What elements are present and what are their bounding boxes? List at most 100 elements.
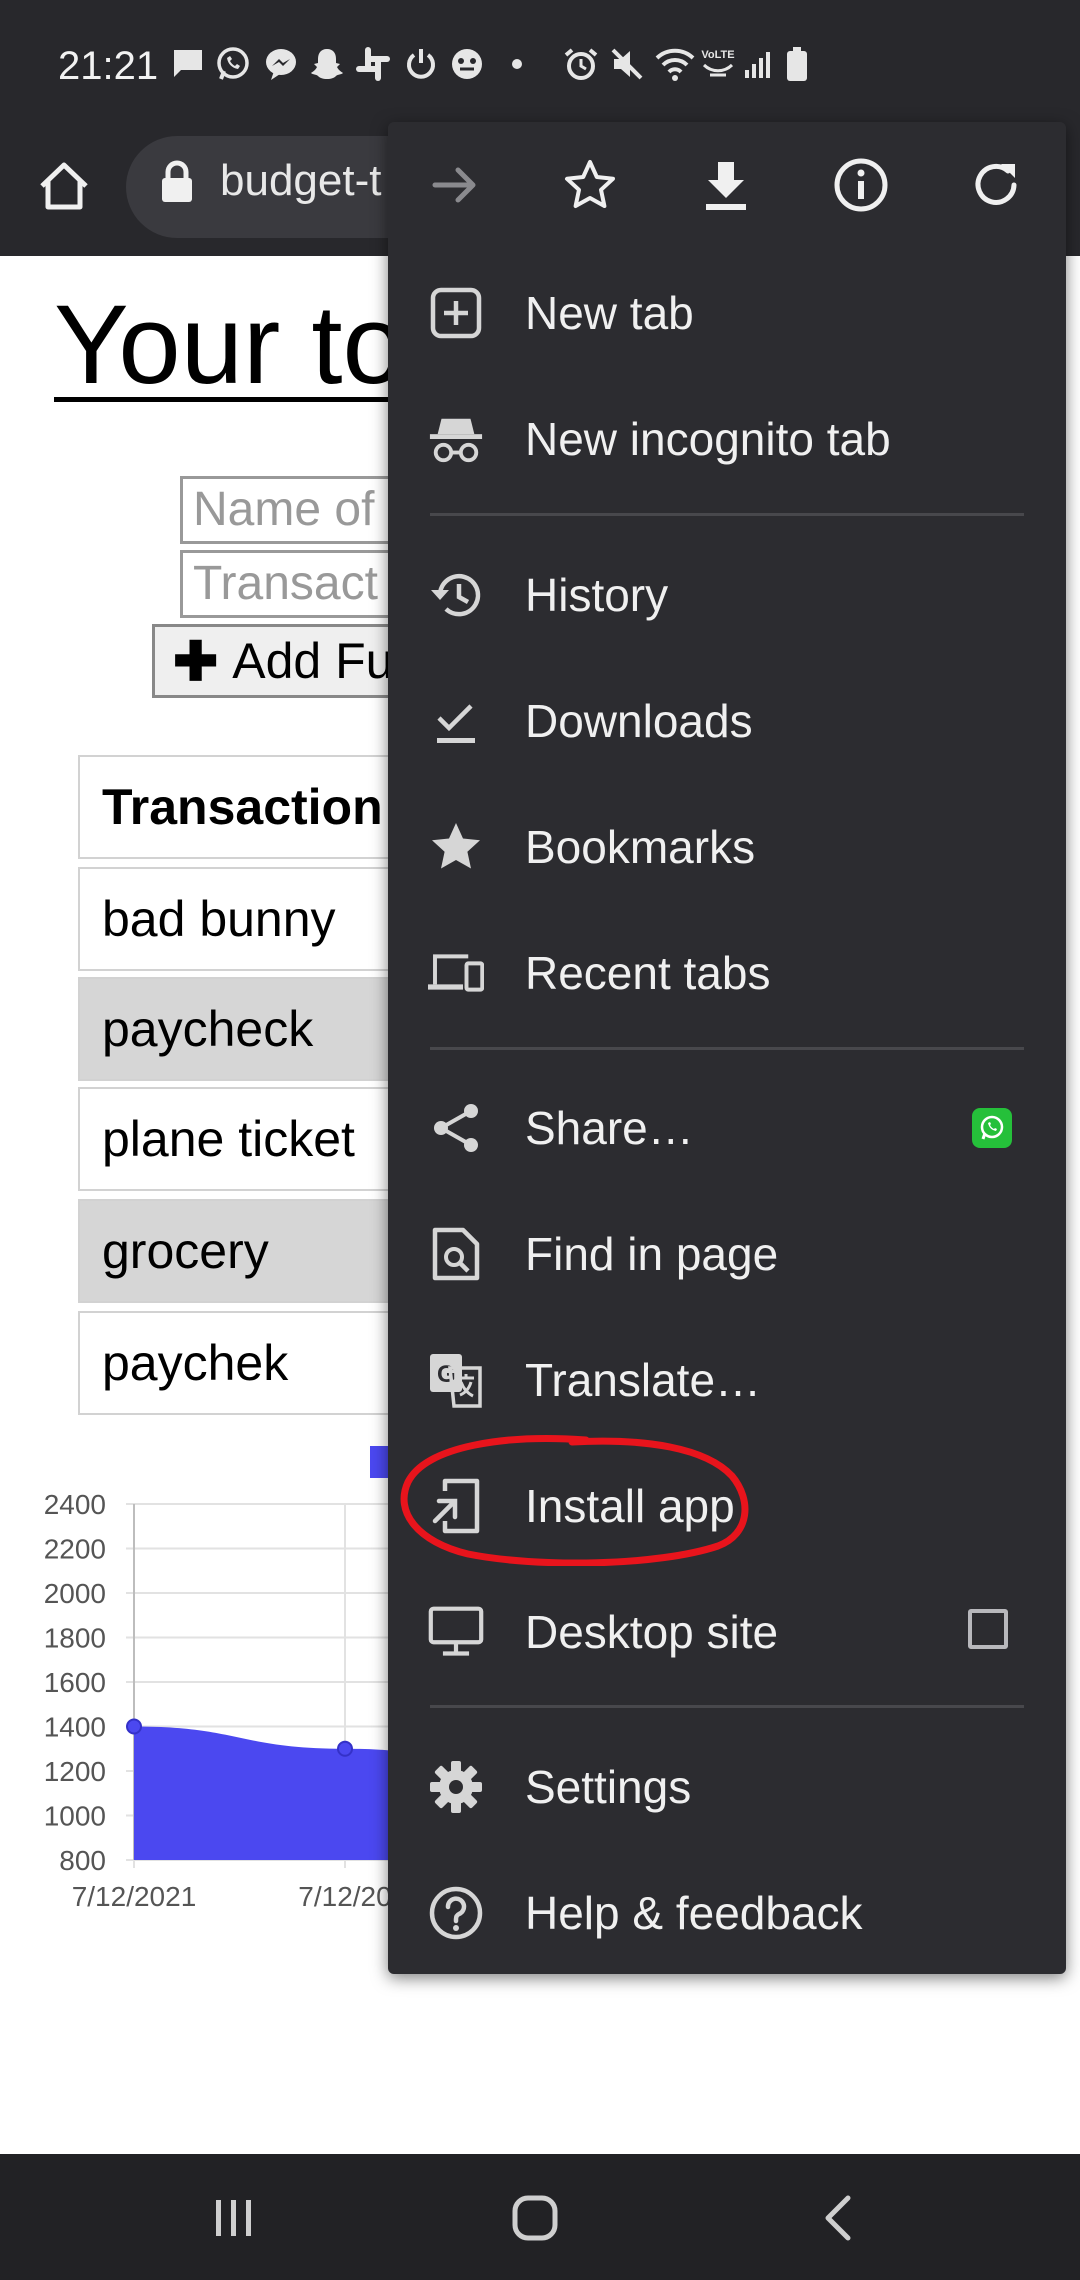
y-tick-label: 1600 [44, 1667, 106, 1698]
lock-icon [160, 160, 194, 204]
menu-item-new-incognito-tab[interactable]: New incognito tab [388, 384, 1066, 494]
menu-item-new-tab[interactable]: New tab [388, 258, 1066, 368]
info-icon [834, 158, 888, 212]
bookmark-star-button[interactable] [545, 140, 635, 230]
name-input[interactable]: Name of [180, 476, 400, 544]
data-point [126, 1718, 142, 1735]
home-square-icon [512, 2195, 558, 2241]
volte-icon: VoLTE [698, 44, 738, 84]
menu-label: New tab [525, 287, 694, 339]
forward-arrow-icon [432, 167, 476, 203]
y-tick-label: 1400 [44, 1712, 106, 1743]
menu-item-history[interactable]: History [388, 540, 1066, 650]
menu-item-settings[interactable]: Settings [388, 1732, 1066, 1842]
balance-chart: 2400 2200 2000 1800 1600 1400 1200 1000 800 7/12/… [44, 1489, 400, 1912]
add-funds-button[interactable]: ✚ Add Fu [152, 624, 412, 698]
recents-button[interactable] [194, 2180, 274, 2256]
y-tick-label: 800 [59, 1845, 106, 1876]
x-tick-label: 7/12/20 [298, 1881, 391, 1912]
incognito-icon [428, 411, 484, 467]
download-button[interactable] [681, 140, 771, 230]
whatsapp-icon [214, 44, 252, 84]
y-tick-label: 1800 [44, 1623, 106, 1654]
recents-icon [216, 2200, 251, 2236]
data-point [337, 1740, 353, 1757]
devices-icon [428, 945, 484, 1001]
home-button[interactable] [30, 152, 98, 220]
forward-button[interactable] [410, 140, 500, 230]
y-tick-label: 2200 [44, 1534, 106, 1565]
menu-label: History [525, 569, 669, 621]
reload-button[interactable] [951, 140, 1041, 230]
back-chevron-icon [825, 2195, 851, 2241]
star-icon [428, 819, 484, 875]
y-tick-label: 2000 [44, 1578, 106, 1609]
table-row: paycheck [78, 977, 398, 1081]
find-page-icon [428, 1226, 484, 1282]
download-icon [706, 162, 746, 210]
menu-label: Settings [525, 1761, 692, 1813]
star-outline-icon [565, 160, 615, 208]
desktop-site-checkbox[interactable] [968, 1609, 1008, 1649]
volte-label: VoLTE [701, 49, 735, 61]
menu-item-desktop-site[interactable]: Desktop site [388, 1577, 1066, 1687]
status-bar [0, 0, 1080, 128]
menu-label: New incognito tab [525, 413, 891, 465]
x-tick-label: 7/12/2021 [72, 1881, 197, 1912]
add-funds-label: Add Fu [232, 633, 394, 689]
face-icon [448, 44, 486, 84]
menu-item-recent-tabs[interactable]: Recent tabs [388, 918, 1066, 1028]
table-row: grocery [78, 1199, 398, 1303]
menu-label: Find in page [525, 1228, 779, 1280]
home-nav-button[interactable] [495, 2180, 575, 2256]
table-row: bad bunny [78, 867, 398, 971]
gear-icon [428, 1759, 484, 1815]
back-button[interactable] [798, 2180, 878, 2256]
menu-item-help-feedback[interactable]: Help & feedback [388, 1858, 1066, 1968]
menu-label: Bookmarks [525, 821, 756, 873]
menu-label: Desktop site [525, 1606, 779, 1658]
battery-icon [784, 44, 810, 84]
y-tick-label: 2400 [44, 1489, 106, 1520]
menu-label: Recent tabs [525, 947, 771, 999]
signal-icon [742, 44, 776, 84]
menu-label: Help & feedback [525, 1887, 863, 1939]
share-icon [428, 1100, 484, 1156]
history-icon [428, 567, 484, 623]
snapchat-icon [308, 44, 346, 84]
home-icon [40, 162, 88, 210]
annotation-circle [400, 1435, 749, 1566]
y-tick-label: 1000 [44, 1801, 106, 1832]
help-icon [428, 1885, 484, 1941]
menu-label: Translate… [525, 1354, 762, 1406]
plus-box-icon [428, 285, 484, 341]
amount-input[interactable]: Transact [180, 550, 400, 618]
menu-label: Share… [525, 1102, 694, 1154]
status-time: 21:21 [58, 44, 159, 88]
table-row: paychek [78, 1311, 398, 1415]
series-area [134, 1726, 400, 1860]
mute-icon [608, 44, 646, 84]
slack-icon [354, 44, 392, 84]
page-title: Your to [54, 282, 405, 407]
reload-icon [975, 163, 1017, 205]
table-row: plane ticket [78, 1087, 398, 1191]
downloads-check-icon [428, 693, 484, 749]
alarm-icon [562, 44, 600, 84]
menu-item-translate[interactable]: G Translate… [388, 1325, 1066, 1435]
menu-item-bookmarks[interactable]: Bookmarks [388, 792, 1066, 902]
page-info-button[interactable] [816, 140, 906, 230]
message-icon [170, 44, 206, 84]
menu-label: Downloads [525, 695, 753, 747]
menu-item-downloads[interactable]: Downloads [388, 666, 1066, 776]
wifi-icon [654, 44, 696, 84]
messenger-icon [262, 44, 300, 84]
menu-divider [430, 1705, 1024, 1708]
menu-divider [430, 1047, 1024, 1050]
whatsapp-share-icon[interactable] [972, 1108, 1012, 1148]
menu-divider [430, 513, 1024, 516]
menu-item-find-in-page[interactable]: Find in page [388, 1199, 1066, 1309]
power-icon [402, 44, 440, 84]
menu-item-share[interactable]: Share… [388, 1073, 1066, 1183]
notification-dot-icon [510, 44, 524, 84]
